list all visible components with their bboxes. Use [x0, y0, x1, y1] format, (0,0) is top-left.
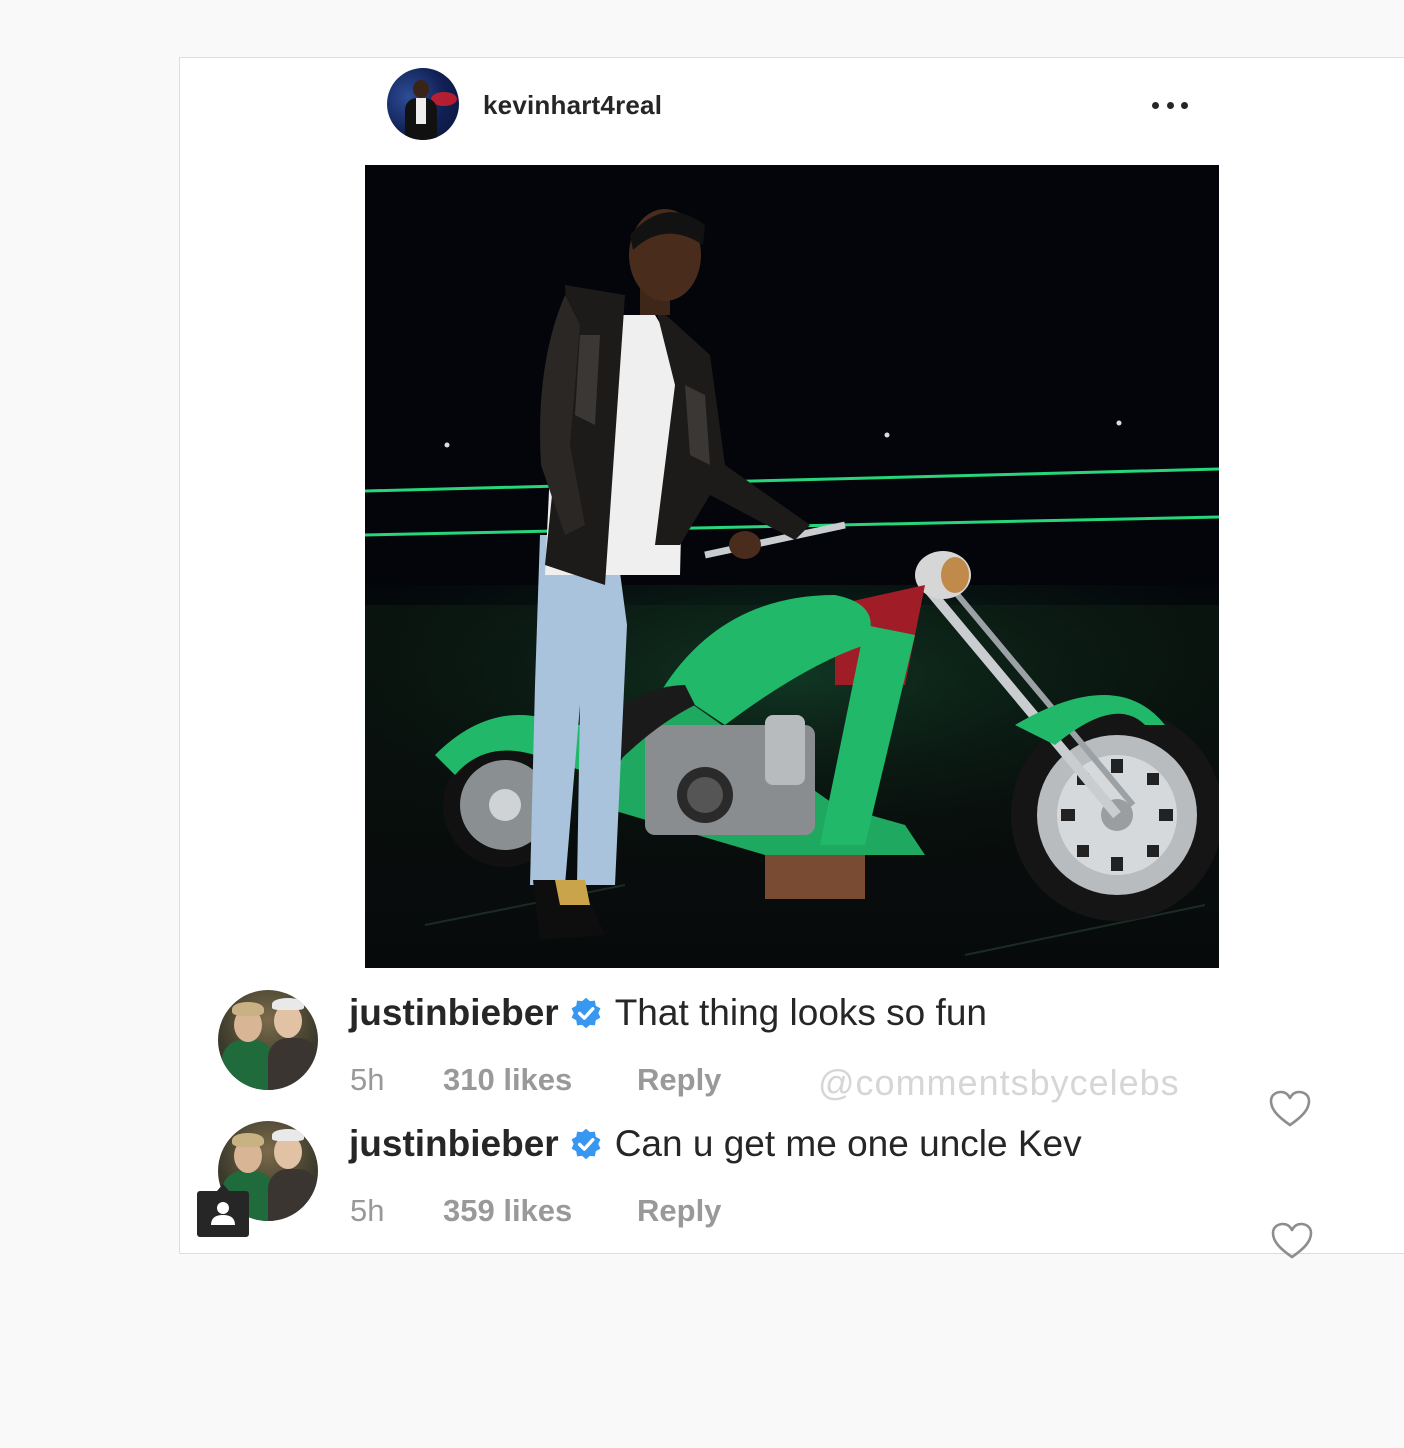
comment-text: That thing looks so fun — [614, 992, 987, 1033]
comment-meta: 5h 359 likes Reply — [350, 1193, 721, 1229]
tagged-user-icon[interactable] — [197, 1184, 249, 1237]
comment-timestamp[interactable]: 5h — [350, 1193, 443, 1229]
like-heart-icon[interactable] — [1271, 1222, 1313, 1260]
comment-likes[interactable]: 359 likes — [443, 1193, 637, 1229]
reply-button[interactable]: Reply — [637, 1062, 721, 1098]
reply-button[interactable]: Reply — [637, 1193, 721, 1229]
more-options-icon[interactable] — [1152, 98, 1188, 112]
comment: justinbieber That thing looks so fun 5h … — [218, 990, 1318, 1127]
commenter-avatar[interactable] — [218, 990, 318, 1090]
comment-body: justinbieber Can u get me one uncle Kev — [349, 1123, 1082, 1165]
post-header: kevinhart4real — [387, 68, 1217, 142]
author-username[interactable]: kevinhart4real — [483, 90, 662, 121]
comment-body: justinbieber That thing looks so fun — [349, 992, 987, 1034]
comment-text: Can u get me one uncle Kev — [614, 1123, 1082, 1164]
comment-username[interactable]: justinbieber — [349, 1123, 559, 1165]
comment-timestamp[interactable]: 5h — [350, 1062, 443, 1098]
verified-badge-icon — [571, 1128, 601, 1160]
verified-badge-icon — [571, 997, 601, 1029]
comment: justinbieber Can u get me one uncle Kev … — [218, 1121, 1318, 1259]
instagram-post-card: kevinhart4real justinbieber That thing l… — [179, 57, 1404, 1259]
post-photo[interactable] — [365, 165, 1219, 968]
comment-meta: 5h 310 likes Reply — [350, 1062, 721, 1098]
comment-likes[interactable]: 310 likes — [443, 1062, 637, 1098]
watermark-text: @commentsbycelebs — [818, 1062, 1180, 1103]
comment-username[interactable]: justinbieber — [349, 992, 559, 1034]
author-avatar[interactable] — [387, 68, 459, 140]
